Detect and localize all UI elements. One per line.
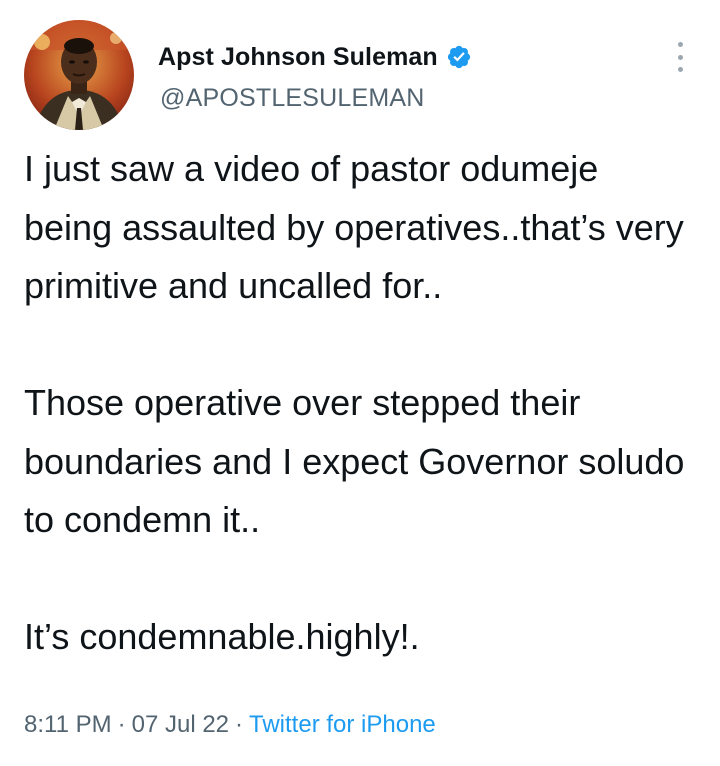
avatar-image	[24, 20, 134, 130]
author-name-row: Apst Johnson Suleman	[158, 40, 472, 74]
avatar[interactable]	[24, 20, 134, 130]
tweet-paragraph: It’s condemnable.highly!.	[24, 616, 420, 657]
tweet-text: I just saw a video of pastor odumeje bei…	[24, 140, 694, 667]
tweet-card: Apst Johnson Suleman @APOSTLESULEMAN I j…	[0, 0, 720, 766]
more-dot	[677, 67, 683, 72]
tweet-metadata: 8:11 PM · 07 Jul 22 · Twitter for iPhone	[24, 711, 436, 739]
more-dot	[677, 42, 683, 47]
tweet-paragraph: Those operative over stepped their bound…	[24, 382, 685, 540]
verified-badge-icon	[446, 44, 472, 70]
meta-separator: ·	[235, 711, 244, 738]
display-name[interactable]: Apst Johnson Suleman	[158, 43, 438, 72]
author-handle[interactable]: @APOSTLESULEMAN	[160, 84, 425, 113]
tweet-date[interactable]: 07 Jul 22	[132, 711, 229, 738]
tweet-paragraph: I just saw a video of pastor odumeje bei…	[24, 148, 684, 306]
tweet-source-link[interactable]: Twitter for iPhone	[249, 711, 436, 738]
tweet-time[interactable]: 8:11 PM	[24, 711, 112, 738]
meta-separator: ·	[117, 711, 126, 738]
more-options-icon[interactable]	[672, 42, 688, 72]
more-dot	[677, 54, 683, 60]
